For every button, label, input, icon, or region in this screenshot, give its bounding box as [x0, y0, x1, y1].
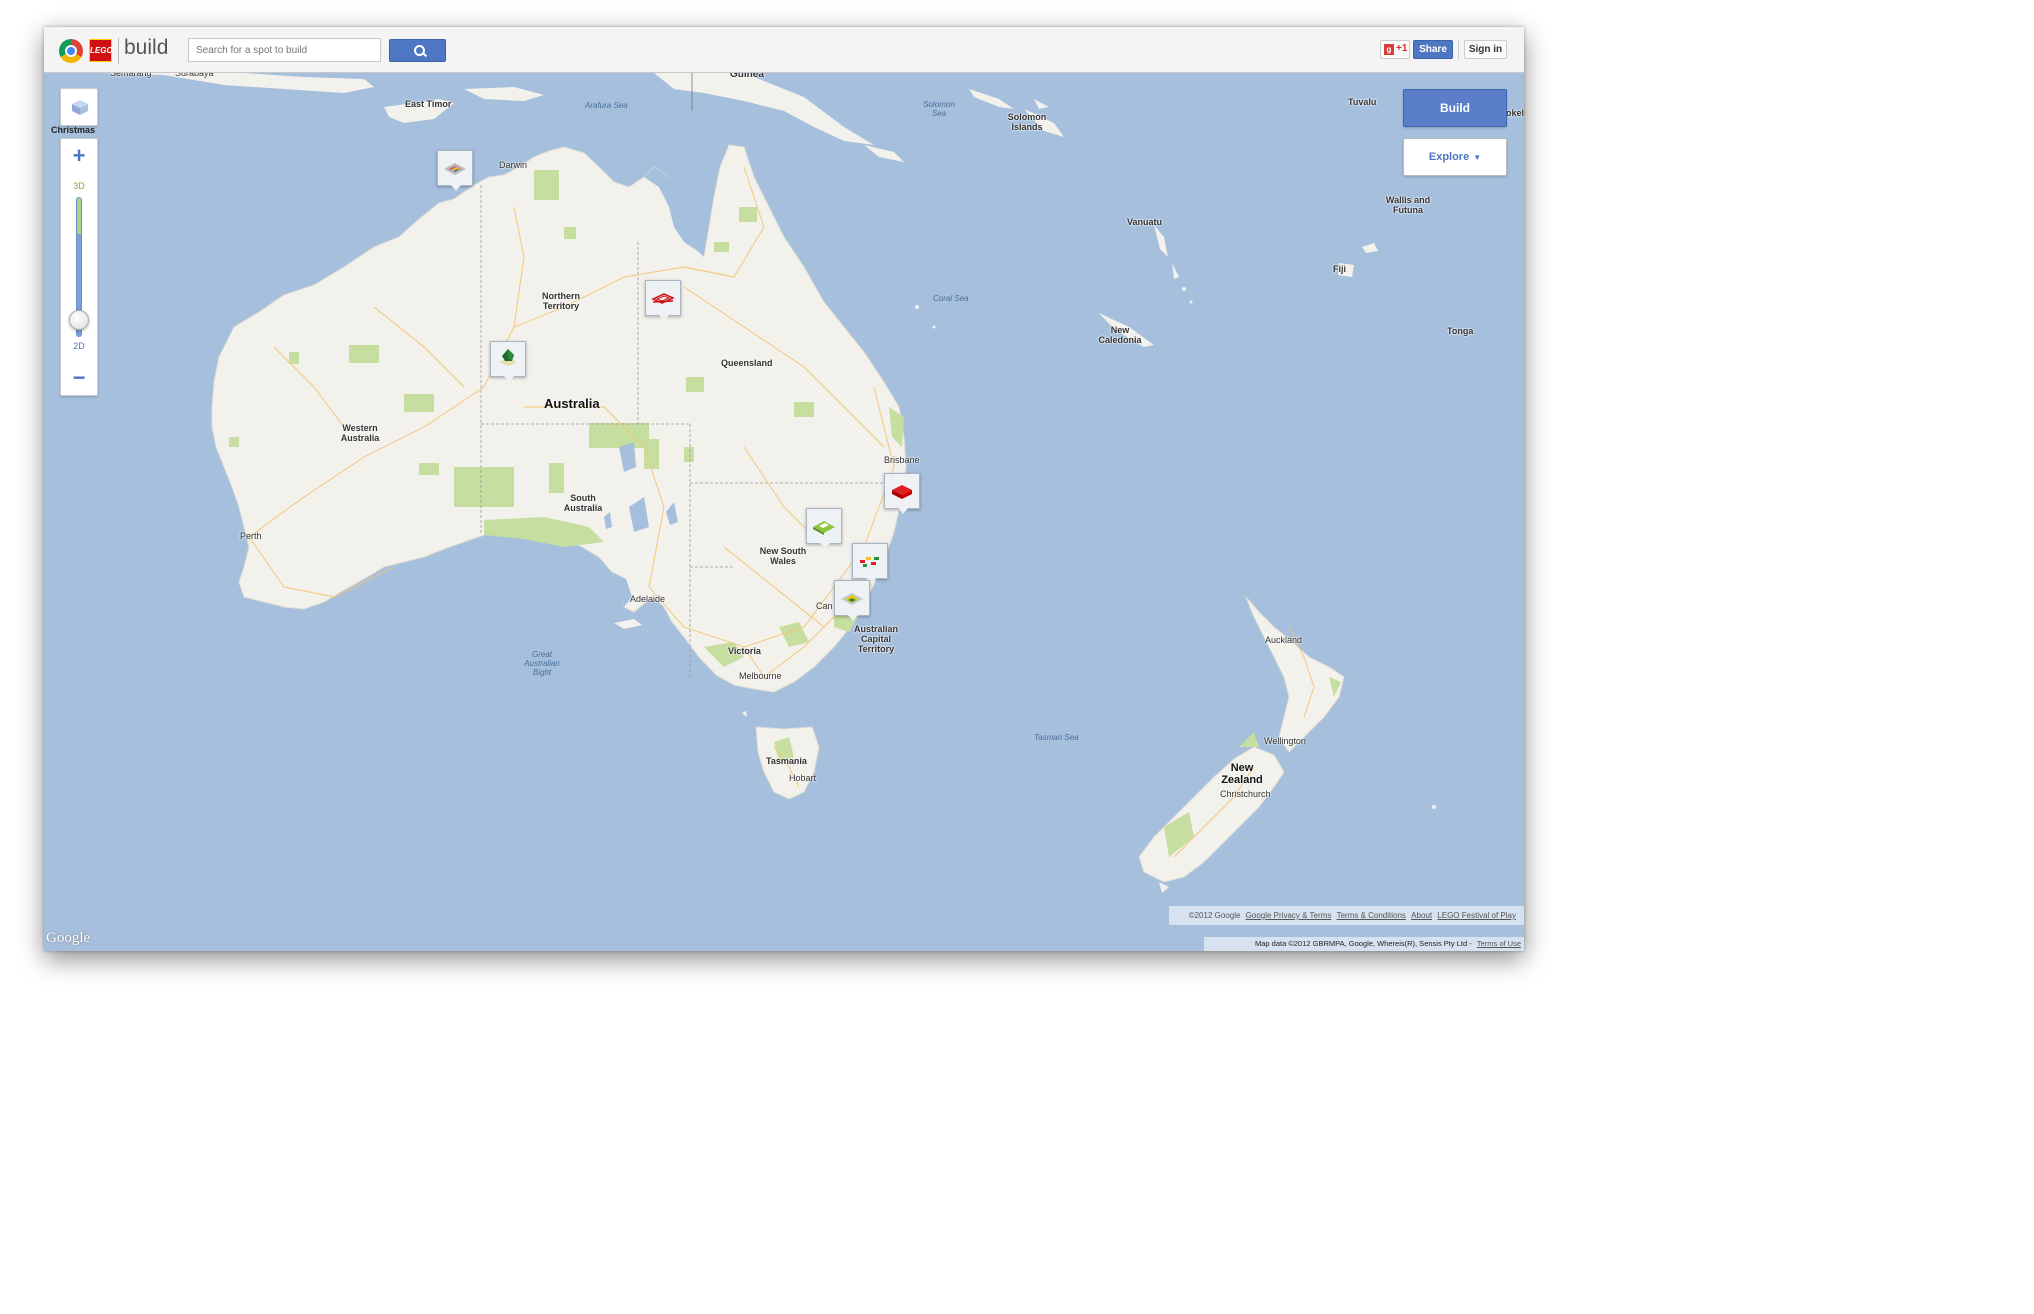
- map-canvas[interactable]: Semarang Surabaya Guinea East Timor Araf…: [44, 27, 1524, 951]
- green-plate-build-icon: [813, 521, 835, 535]
- marker-canberra[interactable]: [834, 580, 870, 621]
- label-solomon-sea: Solomon Sea: [923, 100, 955, 118]
- footer-links: ©2012 Google Google Privacy & Terms Term…: [1169, 906, 1524, 925]
- zoom-control: + 3D 2D −: [60, 138, 98, 396]
- label-new-south-wales: New South Wales: [759, 546, 807, 566]
- marker-brisbane[interactable]: [884, 473, 920, 514]
- label-new-caledonia: New Caledonia: [1098, 325, 1142, 345]
- top-bar: LEGO build g +1 Share Sign in: [44, 27, 1524, 73]
- search-button[interactable]: [389, 39, 446, 62]
- label-adelaide: Adelaide: [630, 594, 666, 604]
- lego-logo-icon[interactable]: LEGO: [89, 39, 113, 62]
- red-brick-build-icon: [892, 485, 912, 499]
- map-attribution: Map data ©2012 GBRMPA, Google, Whereis(R…: [1204, 937, 1524, 951]
- lego-brick-icon: [72, 100, 88, 115]
- topbar-divider: [1458, 40, 1459, 59]
- label-western-australia: Western Australia: [340, 423, 380, 443]
- label-solomon-islands: Solomon Islands: [1007, 112, 1047, 132]
- flowers-build-icon: [860, 557, 879, 567]
- marker-nsw-1[interactable]: [806, 508, 842, 549]
- search-icon: [414, 45, 425, 56]
- label-tuvalu: Tuvalu: [1348, 97, 1377, 107]
- chrome-logo-icon[interactable]: [59, 39, 83, 63]
- chevron-down-icon: ▼: [1473, 153, 1482, 162]
- label-melbourne: Melbourne: [739, 671, 782, 681]
- google-logo[interactable]: Google: [46, 930, 90, 947]
- build-button[interactable]: Build: [1403, 89, 1507, 127]
- label-coral-sea: Coral Sea: [933, 294, 969, 303]
- mode-2d-label[interactable]: 2D: [61, 341, 97, 351]
- explore-label: Explore: [1428, 151, 1470, 163]
- yellow-plate-build-icon: [841, 593, 863, 605]
- label-new-zealand: New Zealand: [1221, 762, 1263, 786]
- red-outline-build-icon: [651, 293, 675, 304]
- google-plus-icon: g: [1384, 44, 1394, 55]
- label-northern-territory: Northern Territory: [542, 291, 580, 311]
- about-link[interactable]: About: [1411, 911, 1432, 920]
- marker-nsw-2[interactable]: [852, 543, 888, 584]
- label-wallis-futuna: Wallis and Futuna: [1385, 195, 1431, 215]
- map-graphic: [44, 27, 1524, 951]
- christmas-button[interactable]: [60, 88, 98, 126]
- zoom-slider-handle[interactable]: [69, 310, 89, 330]
- sign-in-button[interactable]: Sign in: [1464, 40, 1507, 59]
- google-plus-one-button[interactable]: g +1: [1380, 40, 1410, 59]
- marker-kimberley[interactable]: [437, 150, 473, 191]
- label-vanuatu: Vanuatu: [1127, 217, 1163, 227]
- mode-3d-label[interactable]: 3D: [61, 181, 97, 191]
- terms-of-use-link[interactable]: Terms of Use: [1477, 939, 1521, 948]
- zoom-out-button[interactable]: −: [61, 361, 97, 395]
- striped-plate-build-icon: [444, 163, 466, 175]
- label-christchurch: Christchurch: [1220, 789, 1271, 799]
- label-queensland: Queensland: [721, 358, 773, 368]
- privacy-link[interactable]: Google Privacy & Terms: [1246, 911, 1332, 920]
- app-title[interactable]: build: [124, 36, 168, 60]
- label-tasmania: Tasmania: [766, 756, 807, 766]
- zoom-in-button[interactable]: +: [61, 139, 97, 173]
- plus-one-label: +1: [1396, 43, 1408, 54]
- label-tasman-sea: Tasman Sea: [1034, 733, 1079, 742]
- label-auckland: Auckland: [1265, 635, 1303, 645]
- green-tree-build-icon: [499, 349, 517, 366]
- label-wellington: Wellington: [1264, 736, 1306, 746]
- browser-window: Semarang Surabaya Guinea East Timor Araf…: [44, 27, 1524, 951]
- marker-central[interactable]: [490, 341, 526, 382]
- festival-link[interactable]: LEGO Festival of Play: [1437, 911, 1516, 920]
- label-hobart: Hobart: [789, 773, 817, 783]
- share-button[interactable]: Share: [1413, 40, 1453, 59]
- label-australia: Australia: [544, 396, 600, 411]
- logo-divider: [118, 38, 119, 64]
- map-data-text: Map data ©2012 GBRMPA, Google, Whereis(R…: [1254, 939, 1472, 948]
- label-perth: Perth: [240, 531, 262, 541]
- label-east-timor: East Timor: [405, 99, 452, 109]
- label-canberra: Can: [816, 601, 833, 611]
- label-great-australian-bight: Great Australian Bight: [524, 650, 560, 677]
- label-brisbane: Brisbane: [884, 455, 920, 465]
- label-victoria: Victoria: [728, 646, 761, 656]
- search-input[interactable]: [188, 38, 381, 62]
- label-tokelau: okel: [1506, 108, 1524, 118]
- copyright-text: ©2012 Google: [1188, 911, 1241, 920]
- explore-button[interactable]: Explore ▼: [1403, 138, 1507, 176]
- label-darwin: Darwin: [499, 160, 528, 170]
- christmas-label: Christmas: [51, 125, 96, 135]
- label-south-australia: South Australia: [563, 493, 603, 513]
- marker-gulf[interactable]: [645, 280, 681, 321]
- label-tonga: Tonga: [1447, 326, 1474, 336]
- label-arafura-sea: Arafura Sea: [585, 101, 628, 110]
- label-act: Australian Capital Territory: [853, 624, 898, 654]
- label-fiji: Fiji: [1333, 264, 1346, 274]
- terms-link[interactable]: Terms & Conditions: [1337, 911, 1406, 920]
- zoom-slider-fill: [77, 198, 81, 234]
